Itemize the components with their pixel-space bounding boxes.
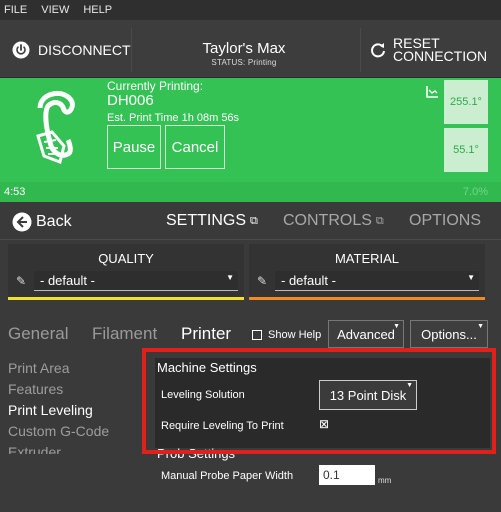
nav-custom-gcode[interactable]: Custom G-Code (8, 421, 109, 442)
quality-value: - default - (40, 273, 95, 288)
cancel-button[interactable]: Cancel (165, 125, 225, 169)
settings-label: SETTINGS (166, 212, 247, 229)
elapsed-time: 4:53 (4, 186, 26, 198)
paper-width-unit: mm (378, 476, 392, 485)
settings-tabs: General Filament Printer Show Help Advan… (0, 318, 501, 348)
tab-options[interactable]: OPTIONS (409, 212, 481, 230)
advanced-label: Advanced (337, 326, 395, 342)
options-dropdown-label: Options... (421, 326, 477, 342)
show-help-checkbox[interactable] (252, 330, 262, 340)
power-icon (12, 41, 30, 59)
reset-label-line2: CONNECTION (393, 48, 488, 64)
probe-settings-section: Prob Settings Manual Probe Paper Width m… (0, 446, 501, 512)
quality-label: QUALITY (98, 251, 154, 266)
dropdown-arrow-icon: ▼ (477, 323, 484, 330)
model-thumbnail-icon (36, 91, 75, 164)
paper-width-label: Manual Probe Paper Width (161, 470, 294, 482)
dropdown-arrow-icon: ▼ (226, 273, 234, 282)
dropdown-arrow-icon: ▼ (393, 323, 400, 330)
material-underline (249, 297, 485, 300)
tab-controls[interactable]: CONTROLS ⧉ (283, 212, 384, 230)
printer-header: DISCONNECT Taylor's Max STATUS: Printing… (0, 20, 501, 78)
menu-file[interactable]: FILE (4, 4, 27, 16)
quality-dropdown[interactable]: - default - ▼ (34, 271, 238, 291)
pause-button[interactable]: Pause (107, 125, 161, 169)
open-external-icon: ⧉ (250, 214, 258, 227)
menu-help[interactable]: HELP (83, 4, 112, 16)
show-help-toggle[interactable]: Show Help (252, 329, 321, 341)
controls-label: CONTROLS (283, 212, 372, 229)
print-info: Currently Printing: DH006 Est. Print Tim… (107, 80, 239, 125)
printer-name: Taylor's Max (202, 40, 286, 57)
disconnect-label: DISCONNECT (38, 42, 131, 58)
show-help-label: Show Help (268, 329, 322, 341)
quality-underline (8, 297, 244, 300)
reset-connection-button[interactable]: RESET CONNECTION (360, 28, 500, 72)
disconnect-button[interactable]: DISCONNECT (4, 28, 132, 72)
job-name: DH006 (107, 92, 154, 109)
est-print-time: Est. Print Time 1h 08m 56s (107, 112, 240, 124)
printer-status: STATUS: Printing (211, 58, 277, 67)
settings-nav: Back SETTINGS ⧉ CONTROLS ⧉ OPTIONS (0, 202, 501, 240)
edit-icon[interactable]: ✎ (16, 274, 26, 288)
printer-title: Taylor's Max STATUS: Printing (134, 40, 354, 67)
nav-features[interactable]: Features (8, 379, 109, 400)
dropdown-arrow-icon: ▼ (467, 273, 475, 282)
edit-icon[interactable]: ✎ (257, 274, 267, 288)
material-panel: MATERIAL ✎ - default - ▼ (249, 244, 485, 300)
quality-panel: QUALITY ✎ - default - ▼ (8, 244, 244, 300)
back-button[interactable]: Back (12, 212, 72, 232)
options-dropdown[interactable]: Options... ▼ (410, 320, 488, 348)
nav-print-area[interactable]: Print Area (8, 358, 109, 379)
paper-width-input[interactable]: 0.1 (319, 465, 375, 485)
open-external-icon: ⧉ (375, 214, 384, 227)
menu-view[interactable]: VIEW (41, 4, 69, 16)
advanced-dropdown[interactable]: Advanced ▼ (328, 320, 404, 348)
nav-print-leveling[interactable]: Print Leveling (8, 400, 109, 421)
tab-printer[interactable]: Printer (181, 324, 231, 344)
back-arrow-icon (12, 212, 32, 232)
extruder-temp[interactable]: 255.1° (444, 80, 488, 124)
highlight-box (142, 348, 496, 454)
printer-settings-nav: Print Area Features Print Leveling Custo… (8, 358, 109, 463)
tab-general[interactable]: General (8, 324, 68, 344)
print-progress-bar: 4:53 7.0% (0, 182, 501, 202)
temperature-chart-icon[interactable] (426, 86, 438, 98)
progress-percent: 7.0% (462, 186, 488, 198)
back-label: Back (36, 213, 72, 230)
bed-temp[interactable]: 55.1° (444, 128, 488, 172)
tab-settings[interactable]: SETTINGS ⧉ (166, 212, 258, 230)
material-label: MATERIAL (334, 251, 400, 266)
menu-bar: FILE VIEW HELP (0, 0, 501, 20)
options-label: OPTIONS (409, 212, 482, 229)
tab-filament[interactable]: Filament (92, 324, 157, 344)
refresh-icon (371, 43, 385, 58)
print-status-panel: Currently Printing: DH006 Est. Print Tim… (0, 78, 501, 182)
material-dropdown[interactable]: - default - ▼ (275, 271, 479, 291)
material-value: - default - (281, 273, 336, 288)
